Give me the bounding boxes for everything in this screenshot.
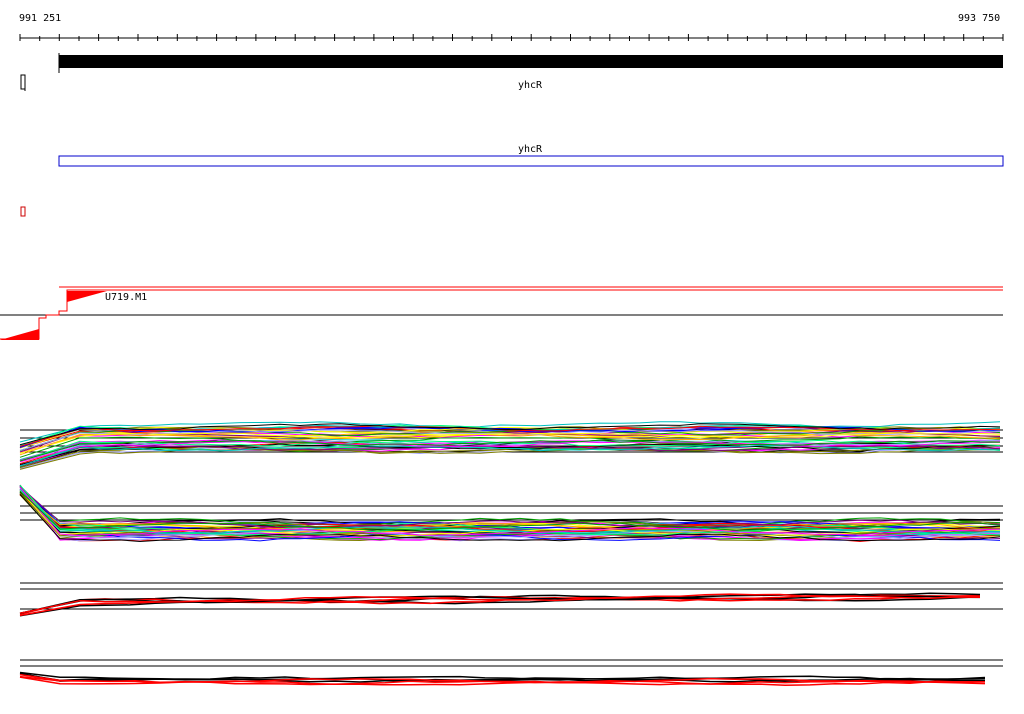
coordinate-ruler: [19, 34, 1004, 41]
ruler-end-coordinate: 993 750: [958, 13, 1001, 24]
profile-line: [19, 486, 1001, 529]
expression-profile-track-2: [19, 484, 1003, 543]
genome-browser-canvas: [0, 34, 1004, 687]
expression-profile-track-3: [19, 582, 1003, 617]
strand-marker-black-icon: [20, 74, 26, 90]
expression-profile-track-4: [19, 659, 1003, 687]
expression-profile-track-1: [19, 421, 1003, 470]
motif-track: [0, 286, 1003, 340]
ruler-start-coordinate: 991 251: [19, 13, 62, 24]
gene-label-yhcR: yhcR: [518, 80, 543, 91]
strand-marker-red-icon: [20, 206, 26, 217]
transcript-box-yhcR[interactable]: [58, 155, 1004, 167]
motif-triangle-left[interactable]: [0, 329, 39, 340]
gene-bar-yhcR[interactable]: [59, 55, 1003, 68]
motif-triangle-U719-M1[interactable]: [67, 291, 107, 302]
motif-label: U719.M1: [105, 292, 148, 303]
transcript-label-yhcR: yhcR: [518, 144, 543, 155]
